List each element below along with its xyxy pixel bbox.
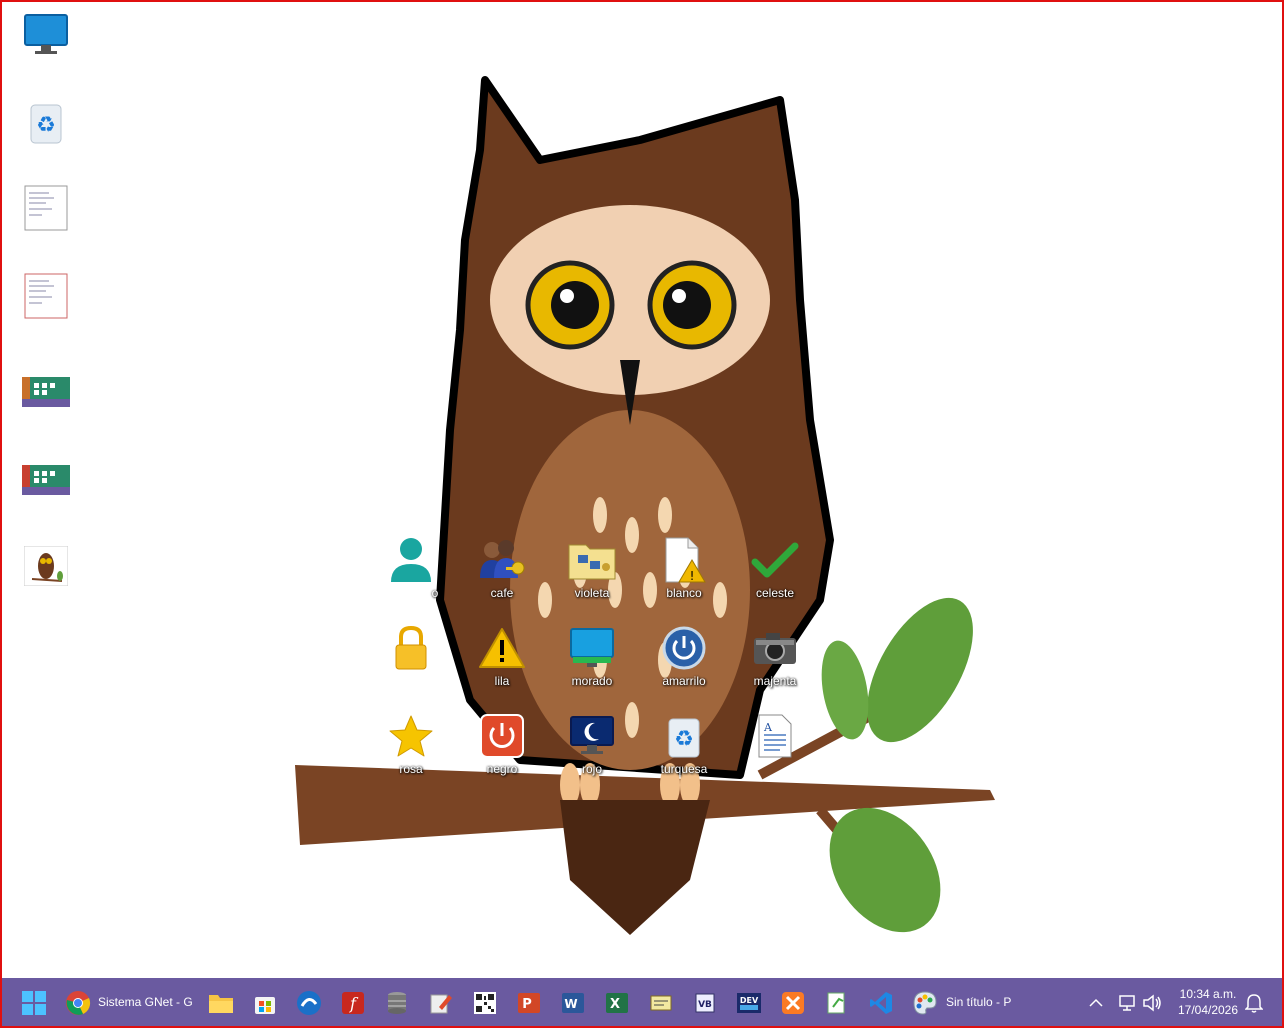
svg-text:X: X (610, 997, 620, 1012)
app-blue-swirl-icon[interactable] (293, 987, 325, 1019)
recycle-bin-icon[interactable]: ♻ (20, 96, 72, 148)
file-warning-icon: ! (660, 536, 708, 584)
desktop-icon-label: rosa (399, 762, 423, 776)
svg-text:P: P (522, 997, 532, 1012)
recycle-bin-icon: ♻ (660, 712, 708, 760)
desktop-icon-negro[interactable]: negro (462, 712, 542, 796)
excel-icon[interactable]: X (601, 987, 633, 1019)
monitor-icon (568, 624, 616, 672)
desktop-icon-cafe[interactable]: cafe (462, 536, 542, 620)
app-ticket-icon[interactable] (645, 987, 677, 1019)
microsoft-store-icon[interactable] (249, 987, 281, 1019)
desktop-icon-lila[interactable]: lila (462, 624, 542, 708)
desktop-icon-majenta[interactable]: majenta (735, 624, 815, 708)
camera-icon (751, 624, 799, 672)
volume-icon[interactable] (1136, 987, 1168, 1019)
powerpoint-icon[interactable]: P (513, 987, 545, 1019)
svg-text:A: A (763, 721, 773, 734)
clock-time: 10:34 a.m. (1179, 987, 1237, 1001)
database-icon[interactable] (381, 987, 413, 1019)
desktop-icon-user[interactable]: o (371, 536, 451, 620)
desktop-icon-amarrilo[interactable]: amarrilo (644, 624, 724, 708)
visual-basic-icon[interactable]: VB (689, 987, 721, 1019)
clock-date: 17/04/2026 (1177, 1003, 1239, 1017)
desktop-icon-rojo[interactable]: rojo (552, 712, 632, 796)
svg-text:DEV: DEV (740, 996, 759, 1005)
desktop-icon-label: amarrilo (662, 674, 706, 688)
warning-icon (478, 624, 526, 672)
xampp-icon[interactable] (777, 987, 809, 1019)
owl-image-thumbnail-icon[interactable] (20, 540, 72, 592)
desktop-icon-text-document[interactable]: A (735, 712, 815, 796)
desktop-icon-turquesa[interactable]: ♻ turquesa (644, 712, 724, 796)
desktop-icon-label: morado (571, 674, 613, 688)
show-hidden-icons-chevron-up-icon[interactable] (1080, 987, 1112, 1019)
lock-icon (387, 624, 435, 672)
document-thumbnail-icon[interactable] (20, 182, 72, 234)
shared-folder-icon (568, 536, 616, 584)
svg-text:♻: ♻ (674, 727, 694, 752)
file-explorer-icon[interactable] (205, 987, 237, 1019)
desktop-icon-label: rojo (581, 762, 602, 776)
desktop-wallpaper-owl (295, 76, 995, 935)
chrome-window-title[interactable]: Sistema GNet - G (98, 995, 193, 1009)
text-document-icon: A (751, 712, 799, 760)
desktop-icon-violeta[interactable]: violeta (552, 536, 632, 620)
svg-text:VB: VB (698, 1000, 712, 1010)
dev-cpp-icon[interactable]: DEV (733, 987, 765, 1019)
checkmark-icon (751, 536, 799, 584)
screenshot-thumbnail-icon[interactable] (20, 454, 72, 506)
shutdown-icon (478, 712, 526, 760)
chrome-icon (66, 991, 91, 1015)
chrome-taskbar-button[interactable] (62, 987, 94, 1019)
paint-icon[interactable] (909, 987, 941, 1019)
desktop-icon-label: turquesa (660, 762, 708, 776)
filezilla-icon[interactable]: f (337, 987, 369, 1019)
windows-logo-icon (22, 991, 46, 1015)
word-icon[interactable]: W (557, 987, 589, 1019)
desktop-icon-lock[interactable] (371, 624, 451, 708)
screenshot-thumbnail-icon[interactable] (20, 366, 72, 418)
desktop-icon-label: violeta (574, 586, 610, 600)
desktop-icon-rosa[interactable]: rosa (371, 712, 451, 796)
desktop-icon-label: negro (486, 762, 518, 776)
qr-code-icon[interactable] (469, 987, 501, 1019)
document-thumbnail-icon[interactable] (20, 270, 72, 322)
start-button[interactable] (18, 987, 50, 1019)
desktop-icon-blanco[interactable]: ! blanco (644, 536, 724, 620)
desktop-icon-label: blanco (666, 586, 702, 600)
star-icon (387, 712, 435, 760)
svg-text:W: W (564, 997, 577, 1011)
desktop-icon-label: cafe (490, 586, 514, 600)
sleep-monitor-icon (568, 712, 616, 760)
power-icon (660, 624, 708, 672)
desktop-icon-celeste[interactable]: celeste (735, 536, 815, 620)
desktop-icon-label: lila (494, 674, 510, 688)
notification-bell-icon[interactable] (1238, 987, 1270, 1019)
paint-window-title[interactable]: Sin título - P (946, 995, 1011, 1009)
svg-text:♻: ♻ (36, 113, 56, 138)
taskbar: Sistema GNet - G f P W X VB DEV Sin títu… (0, 978, 1284, 1028)
user-icon (387, 536, 435, 584)
svg-text:!: ! (690, 569, 695, 583)
taskbar-clock[interactable]: 10:34 a.m. 17/04/2026 (1172, 986, 1244, 1018)
desktop-icon-label: majenta (753, 674, 797, 688)
desktop-icon-label: celeste (755, 586, 795, 600)
people-key-icon (478, 536, 526, 584)
editor-pencil-icon[interactable] (425, 987, 457, 1019)
notepad-plus-icon[interactable] (821, 987, 853, 1019)
this-pc-icon[interactable] (20, 8, 72, 60)
desktop-icon-label: o (431, 586, 439, 600)
desktop-icon-morado[interactable]: morado (552, 624, 632, 708)
vscode-icon[interactable] (865, 987, 897, 1019)
